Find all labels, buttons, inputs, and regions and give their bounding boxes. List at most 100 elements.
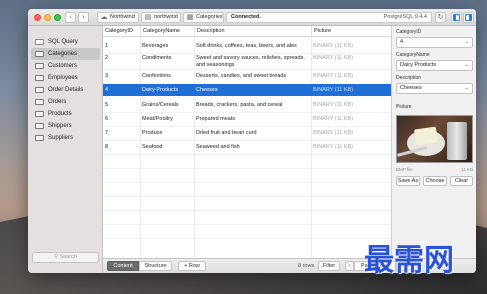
cell-picture: BINARY (11 KB) — [313, 116, 354, 122]
app-window: ‹ › ☁ Northwind ▤ northwind ▦ Categories… — [28, 9, 476, 273]
table-row[interactable]: 6 Meat/Poultry Prepared meats BINARY (11… — [103, 113, 391, 126]
previous-page-button[interactable]: ‹ — [345, 261, 354, 271]
cell-categoryname: Produce — [142, 130, 163, 136]
picture-type: BMP file — [396, 167, 413, 172]
chevron-down-icon: ⌄ — [464, 85, 469, 91]
toolbar: ‹ › ☁ Northwind ▤ northwind ▦ Categories… — [28, 9, 476, 26]
sidebar-item-categories[interactable]: Categories — [31, 48, 100, 60]
cell-categoryid: 2 — [105, 55, 109, 61]
clear-button[interactable]: Clear — [450, 176, 473, 186]
sidebar: SQL Query Categories Customers Employees… — [28, 26, 103, 273]
toggle-detail-panel-button[interactable] — [463, 12, 474, 23]
sidebar-item-suppliers[interactable]: Suppliers — [31, 132, 100, 144]
sidebar-item-products[interactable]: Products — [31, 108, 100, 120]
table-tab[interactable]: ▦ Categories — [183, 12, 224, 23]
connection-tab-label: Northwind — [110, 14, 135, 20]
cell-description: Dried fruit and bean curd — [196, 130, 257, 136]
choose-button[interactable]: Choose — [423, 176, 447, 186]
cell-description: Soft drinks, coffees, teas, beers, and a… — [196, 43, 297, 49]
save-as-button[interactable]: Save As — [396, 176, 420, 186]
cell-categoryname: Seafood — [142, 144, 163, 150]
cell-categoryname: Dairy Products — [142, 87, 179, 93]
cell-categoryid: 1 — [105, 43, 109, 49]
picture-preview[interactable] — [396, 115, 473, 163]
column-header-categoryid[interactable]: CategoryID — [103, 26, 141, 37]
cell-description: Cheeses — [196, 87, 218, 93]
refresh-button[interactable]: ↻ — [435, 12, 446, 23]
database-tab-label: northwind — [154, 14, 178, 20]
table-row-selected[interactable]: 4 Dairy Products Cheeses BINARY (11 KB) — [103, 84, 391, 96]
tab-content[interactable]: Content — [107, 261, 139, 271]
zoom-window-button[interactable] — [54, 14, 61, 21]
chevron-down-icon: ⌄ — [464, 39, 469, 45]
table-row[interactable]: 2 Condiments Sweet and savory sauces, re… — [103, 54, 391, 69]
column-header-description[interactable]: Description — [195, 26, 312, 37]
table-header: CategoryID CategoryName Description Pict… — [103, 26, 391, 37]
table-icon: ▦ — [186, 14, 194, 21]
back-button[interactable]: ‹ — [65, 12, 76, 23]
close-window-button[interactable] — [34, 14, 41, 21]
sidebar-item-order-details[interactable]: Order Details — [31, 84, 100, 96]
sidebar-item-label: Products — [48, 111, 72, 117]
cell-categoryid: 8 — [105, 144, 109, 150]
sidebar-item-label: Orders — [48, 99, 67, 105]
table-icon — [35, 87, 44, 93]
sql-query-icon — [35, 39, 44, 45]
column-header-picture[interactable]: Picture — [312, 26, 391, 37]
cell-categoryid: 7 — [105, 130, 109, 136]
table-icon — [35, 75, 44, 81]
categoryname-field[interactable]: Dairy Products ⌄ — [396, 60, 473, 71]
connection-tab[interactable]: ☁ Northwind — [97, 12, 139, 23]
sidebar-item-customers[interactable]: Customers — [31, 60, 100, 72]
cell-categoryid: 3 — [105, 73, 109, 79]
table-row[interactable]: 1 Beverages Soft drinks, coffees, teas, … — [103, 40, 391, 53]
sidebar-item-sql-query[interactable]: SQL Query — [31, 36, 100, 48]
minimize-window-button[interactable] — [44, 14, 51, 21]
database-icon: ▤ — [144, 14, 152, 21]
database-tab[interactable]: ▤ northwind — [141, 12, 181, 23]
cell-picture: BINARY (11 KB) — [313, 73, 354, 79]
table-row[interactable]: 8 Seafood Seaweed and fish BINARY (11 KB… — [103, 141, 391, 154]
table-row[interactable]: 3 Confections Desserts, candies, and swe… — [103, 70, 391, 83]
sidebar-item-label: Categories — [48, 51, 78, 57]
cell-picture: BINARY (11 KB) — [313, 130, 354, 136]
tab-structure[interactable]: Structure — [139, 261, 172, 271]
cell-picture: BINARY (11 KB) — [313, 55, 354, 61]
field-label-description: Description — [396, 75, 422, 81]
sidebar-item-label: Shippers — [48, 123, 72, 129]
add-row-button[interactable]: + Row — [178, 261, 206, 271]
cell-description: Sweet and savory sauces, relishes, sprea… — [196, 55, 305, 68]
column-header-categoryname[interactable]: CategoryName — [141, 26, 195, 37]
sidebar-search-input[interactable]: ⚲ Search — [32, 252, 99, 263]
field-label-picture: Picture — [396, 104, 412, 110]
field-label-categoryid: CategoryID — [396, 29, 422, 35]
field-label-categoryname: CategoryName — [396, 52, 430, 58]
sidebar-item-employees[interactable]: Employees — [31, 72, 100, 84]
filter-button[interactable]: Filter — [318, 261, 340, 271]
cell-categoryname: Beverages — [142, 43, 169, 49]
sidebar-item-label: Order Details — [48, 87, 84, 93]
description-field[interactable]: Cheeses ⌄ — [396, 83, 473, 94]
server-version: PostgreSQL 9.4.4 — [383, 14, 427, 20]
chevron-left-icon: ‹ — [348, 263, 351, 269]
forward-button[interactable]: › — [78, 12, 89, 23]
cell-categoryid: 6 — [105, 116, 109, 122]
sidebar-item-label: SQL Query — [48, 39, 78, 45]
table-row[interactable]: 5 Grains/Cereals Breads, crackers, pasta… — [103, 98, 391, 111]
sidebar-item-orders[interactable]: Orders — [31, 96, 100, 108]
sidebar-item-label: Customers — [48, 63, 78, 69]
connection-status: Connected. PostgreSQL 9.4.4 — [226, 12, 432, 23]
sidebar-item-label: Employees — [48, 75, 78, 81]
sidebar-item-shippers[interactable]: Shippers — [31, 120, 100, 132]
table-icon — [35, 135, 44, 141]
table-row[interactable]: 7 Produce Dried fruit and bean curd BINA… — [103, 127, 391, 140]
categoryid-field[interactable]: 4 ⌄ — [396, 37, 473, 48]
table-icon — [35, 111, 44, 117]
cell-picture: BINARY (11 KB) — [313, 102, 354, 108]
toggle-sidebar-button[interactable] — [451, 12, 462, 23]
sidebar-item-label: Suppliers — [48, 135, 74, 141]
table-icon — [35, 51, 44, 57]
refresh-icon: ↻ — [437, 14, 444, 21]
cell-categoryname: Confections — [142, 73, 172, 79]
cell-description: Prepared meats — [196, 116, 236, 122]
